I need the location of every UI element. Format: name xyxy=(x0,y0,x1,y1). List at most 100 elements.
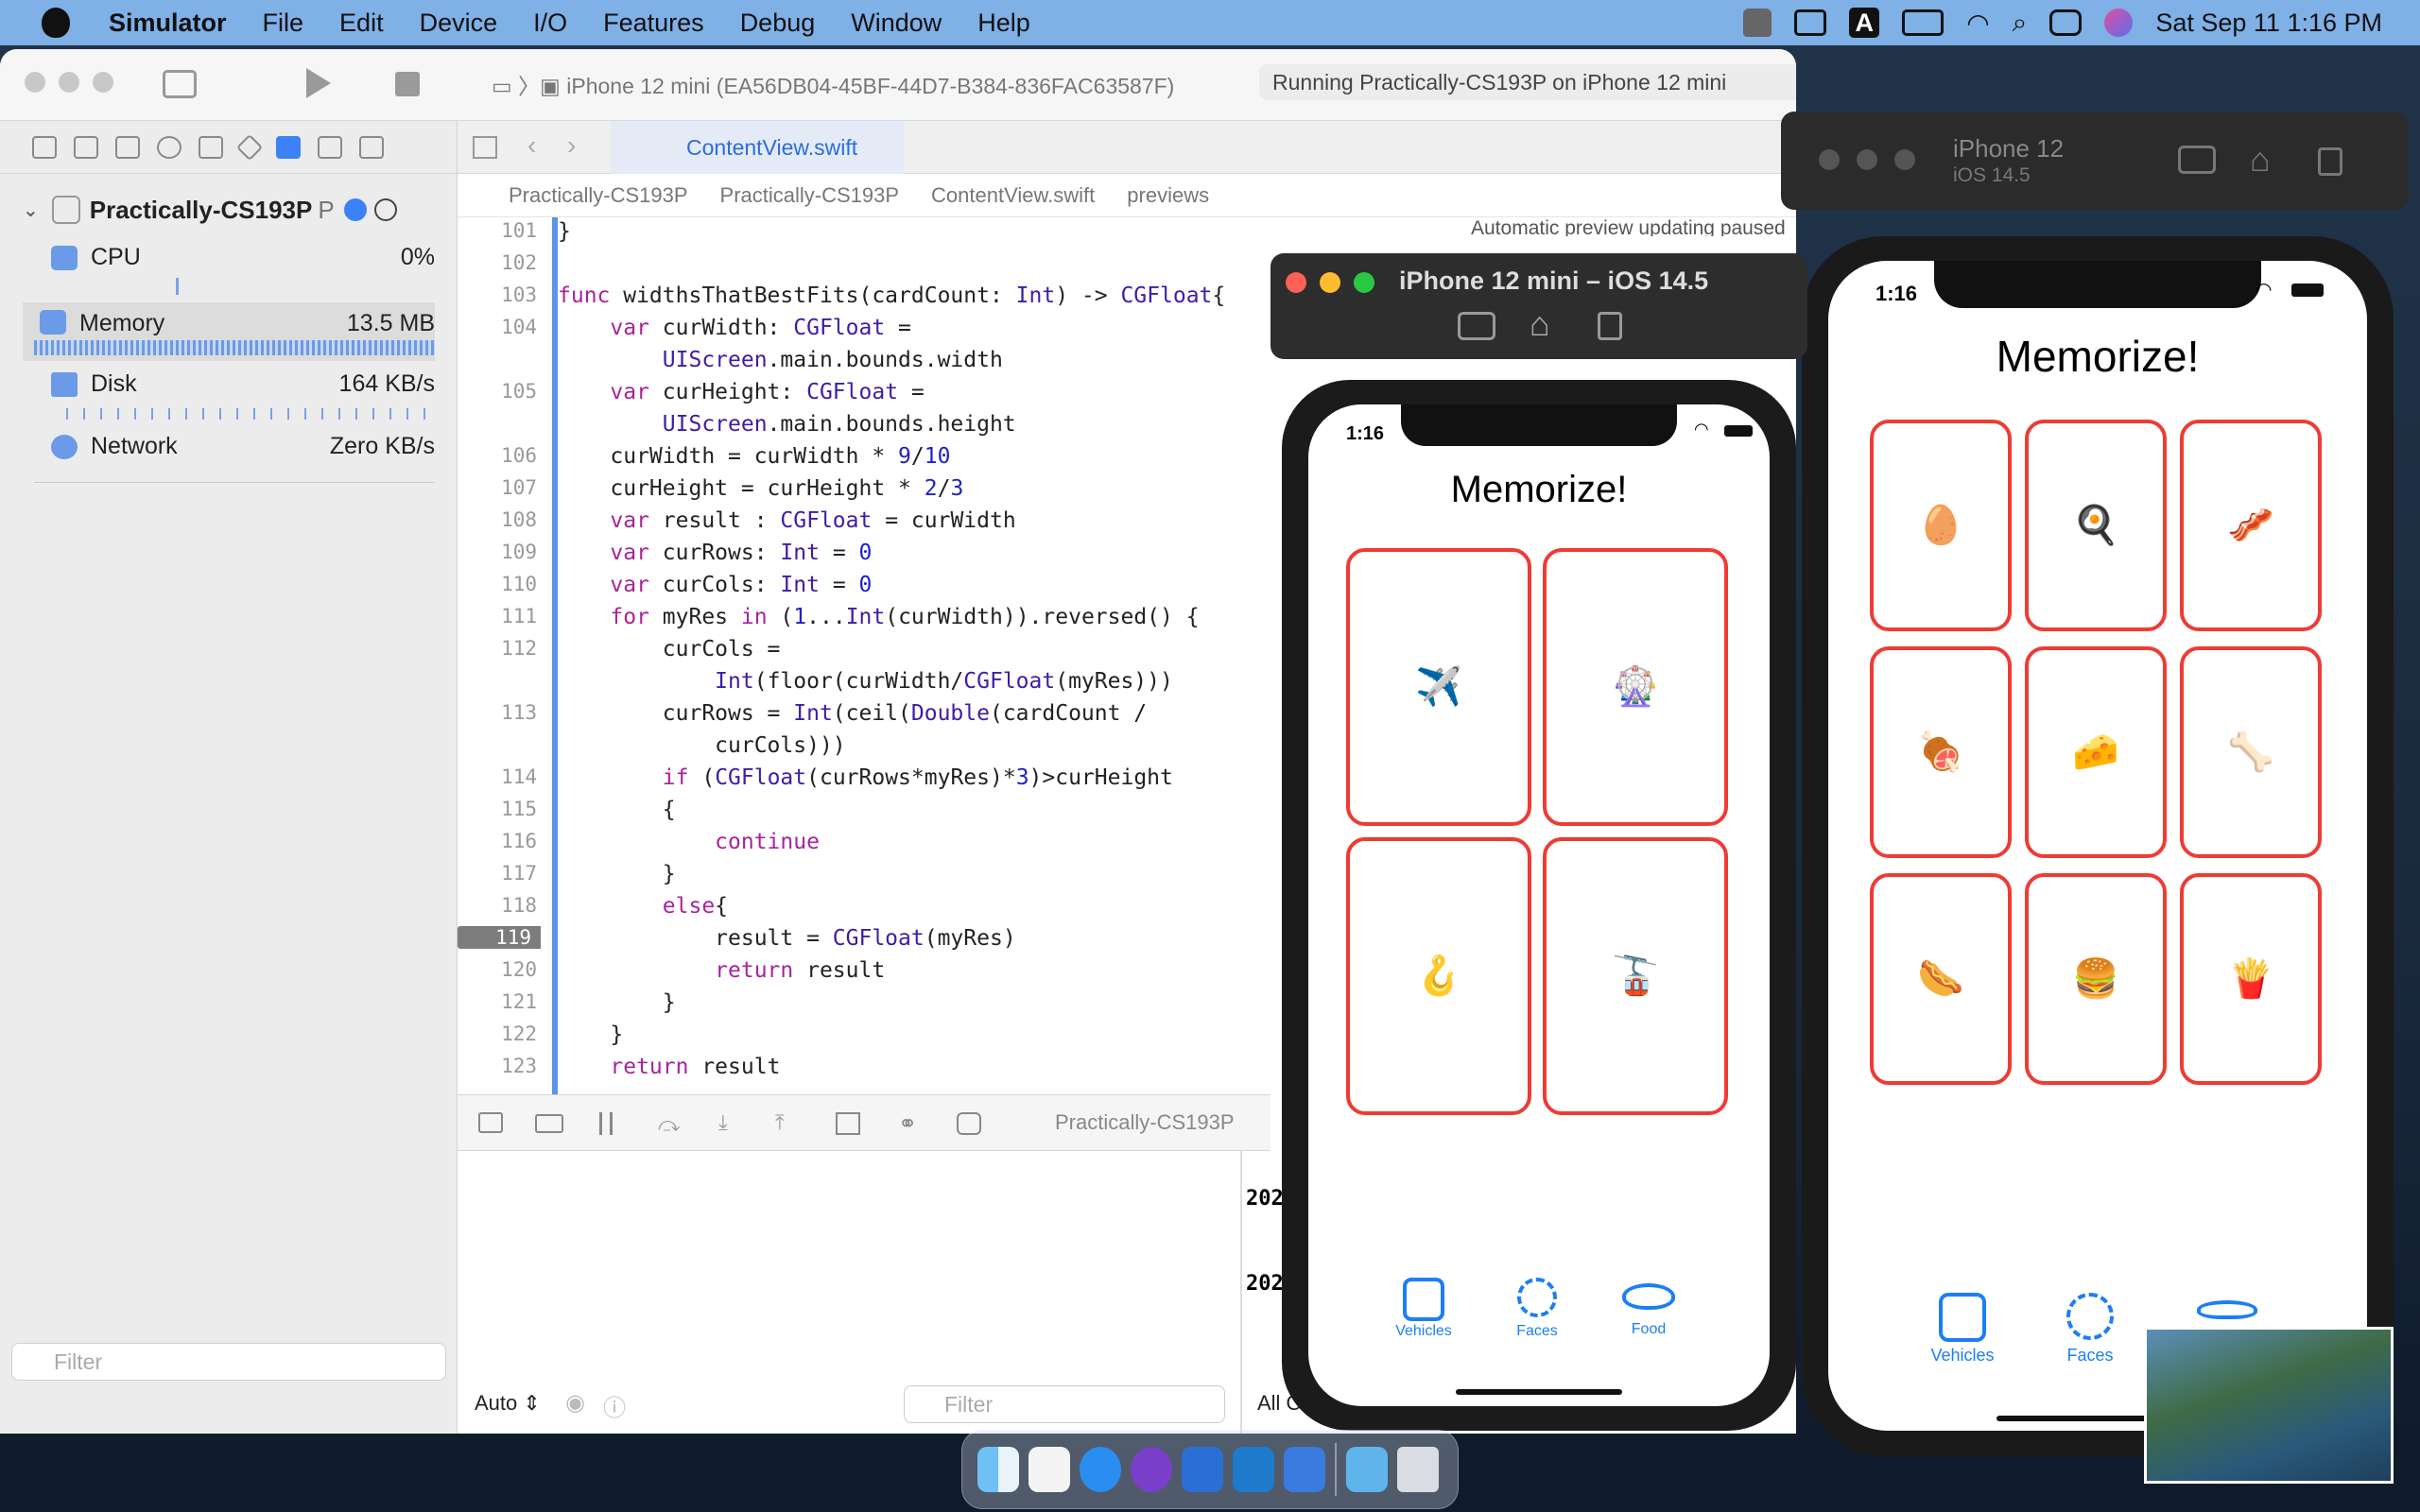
github-desktop-icon[interactable] xyxy=(1131,1447,1172,1492)
console-filter-input[interactable]: Filter xyxy=(904,1385,1225,1423)
pause-icon[interactable] xyxy=(373,198,397,221)
line-number[interactable]: 117 xyxy=(458,862,537,885)
line-number[interactable]: 113 xyxy=(458,701,537,724)
test-icon[interactable] xyxy=(235,133,264,161)
safari-icon[interactable] xyxy=(1080,1447,1121,1492)
step-out-icon[interactable]: ⤒ xyxy=(775,1110,785,1135)
source-control-icon[interactable] xyxy=(74,135,98,159)
find-icon[interactable] xyxy=(157,135,182,159)
screenshot-thumbnail[interactable] xyxy=(2144,1327,2394,1484)
environment-icon[interactable] xyxy=(957,1112,981,1135)
back-icon[interactable]: ‹ xyxy=(527,130,536,161)
finder-icon[interactable] xyxy=(977,1447,1019,1492)
issue-icon[interactable] xyxy=(199,135,223,159)
memory-graph-icon[interactable]: ⚭ xyxy=(898,1110,917,1138)
menu-edit[interactable]: Edit xyxy=(321,9,402,38)
control-center-icon[interactable] xyxy=(2049,9,2083,36)
memory-card[interactable]: ✈️ xyxy=(1346,548,1531,826)
view-debugger-icon[interactable] xyxy=(836,1112,860,1135)
navigator-filter-input[interactable]: Filter xyxy=(11,1343,446,1381)
code-editor[interactable]: 101} 102 103 func widthsThatBestFits(cardCo… xyxy=(458,217,1270,1096)
line-number[interactable]: 105 xyxy=(458,380,537,403)
tab-vehicles[interactable]: Vehicles xyxy=(1393,1278,1454,1340)
line-number[interactable]: 103 xyxy=(458,284,537,306)
close-button[interactable] xyxy=(1819,149,1840,170)
info-circle-icon[interactable]: ⓘ xyxy=(603,1389,626,1422)
auto-variable-selector[interactable]: Auto ⇕ xyxy=(475,1391,541,1416)
gauge-cpu[interactable]: CPU 0% xyxy=(34,244,435,297)
disclosure-chevron-icon[interactable]: ⌄ xyxy=(23,198,39,222)
line-number[interactable]: 104 xyxy=(458,316,537,338)
info-icon[interactable] xyxy=(343,198,367,221)
tab-faces[interactable]: Faces xyxy=(2057,1293,2123,1366)
gauge-memory[interactable]: Memory 13.5 MB xyxy=(23,302,435,361)
line-number[interactable]: 122 xyxy=(458,1022,537,1045)
memory-card[interactable]: 🍟 xyxy=(2180,873,2322,1085)
xcode-icon[interactable] xyxy=(1182,1447,1223,1492)
line-number[interactable]: 108 xyxy=(458,508,537,531)
trash-icon[interactable] xyxy=(1397,1447,1439,1492)
line-number[interactable]: 109 xyxy=(458,541,537,563)
tab-food-lips-icon[interactable] xyxy=(2197,1300,2257,1319)
line-number[interactable]: 111 xyxy=(458,605,537,627)
line-number[interactable]: 101 xyxy=(458,219,537,242)
memory-icon[interactable] xyxy=(1794,9,1827,36)
menu-features[interactable]: Features xyxy=(585,9,722,38)
line-number[interactable]: 123 xyxy=(458,1055,537,1077)
apple-menu-icon[interactable] xyxy=(42,8,70,38)
memory-card[interactable]: 🦴 xyxy=(2180,646,2322,858)
battery-icon[interactable] xyxy=(1902,9,1945,36)
breakpoint-icon[interactable] xyxy=(318,135,342,159)
close-button[interactable] xyxy=(25,72,45,93)
vscode-icon[interactable] xyxy=(1233,1447,1274,1492)
line-number[interactable]: 116 xyxy=(458,830,537,852)
screenshot-icon[interactable] xyxy=(2178,146,2216,174)
menu-app-name[interactable]: Simulator xyxy=(91,9,245,38)
minimize-button[interactable] xyxy=(1857,149,1877,170)
sidebar-toggle-icon[interactable] xyxy=(163,70,197,98)
step-into-icon[interactable]: ⤓ xyxy=(718,1110,728,1135)
memory-card[interactable]: 🥚 xyxy=(1870,420,2012,631)
menu-device[interactable]: Device xyxy=(402,9,516,38)
scheme-selector[interactable]: ▭ 〉▣ iPhone 12 mini (EA56DB04-45BF-44D7-… xyxy=(492,68,1174,100)
tab-faces[interactable]: Faces xyxy=(1511,1278,1564,1340)
tab-vehicles[interactable]: Vehicles xyxy=(1925,1293,2000,1366)
memory-card[interactable]: 🎡 xyxy=(1543,548,1728,826)
line-number[interactable]: 115 xyxy=(458,798,537,820)
run-button[interactable] xyxy=(306,68,331,98)
line-number[interactable]: 102 xyxy=(458,251,537,274)
process-row[interactable]: ⌄ Practically-CS193P P xyxy=(0,189,458,231)
line-number[interactable]: 110 xyxy=(458,573,537,595)
typora-icon[interactable] xyxy=(1028,1447,1070,1492)
tab-contentview[interactable]: ContentView.swift xyxy=(611,121,904,174)
gauge-disk[interactable]: Disk 164 KB/s xyxy=(34,370,435,423)
memory-card[interactable]: 🥓 xyxy=(2180,420,2322,631)
screenshot-icon[interactable] xyxy=(1458,312,1495,340)
menu-window[interactable]: Window xyxy=(833,9,959,38)
line-number[interactable]: 119 xyxy=(458,926,541,949)
spotlight-icon[interactable]: ⌕ xyxy=(2013,8,2028,39)
breakpoints-toggle-icon[interactable] xyxy=(535,1114,563,1133)
menu-file[interactable]: File xyxy=(245,9,322,38)
memory-card[interactable]: 🧀 xyxy=(2025,646,2167,858)
line-number[interactable]: 120 xyxy=(458,958,537,981)
downloads-folder-icon[interactable] xyxy=(1346,1447,1388,1492)
gauge-network[interactable]: Network Zero KB/s xyxy=(34,433,435,486)
breadcrumb-folder[interactable]: Practically-CS193P xyxy=(720,183,900,208)
menu-clock[interactable]: Sat Sep 11 1:16 PM xyxy=(2155,9,2382,38)
minimize-button[interactable] xyxy=(59,72,79,93)
breadcrumb-project[interactable]: Practically-CS193P xyxy=(509,183,688,208)
symbol-icon[interactable] xyxy=(115,135,140,159)
menu-io[interactable]: I/O xyxy=(515,9,585,38)
debug-navigator-icon[interactable] xyxy=(276,135,301,159)
cat-icon[interactable] xyxy=(1743,9,1772,37)
debug-area-toggle-icon[interactable] xyxy=(478,1112,503,1133)
stop-button[interactable] xyxy=(395,72,420,96)
tab-food[interactable]: Food xyxy=(1620,1283,1677,1338)
report-icon[interactable] xyxy=(359,135,384,159)
line-number[interactable]: 121 xyxy=(458,990,537,1013)
rotate-icon[interactable] xyxy=(2318,147,2342,176)
forward-icon[interactable]: › xyxy=(567,130,576,161)
eye-icon[interactable]: ◉ xyxy=(565,1389,585,1417)
home-icon[interactable]: ⌂ xyxy=(2250,140,2271,180)
